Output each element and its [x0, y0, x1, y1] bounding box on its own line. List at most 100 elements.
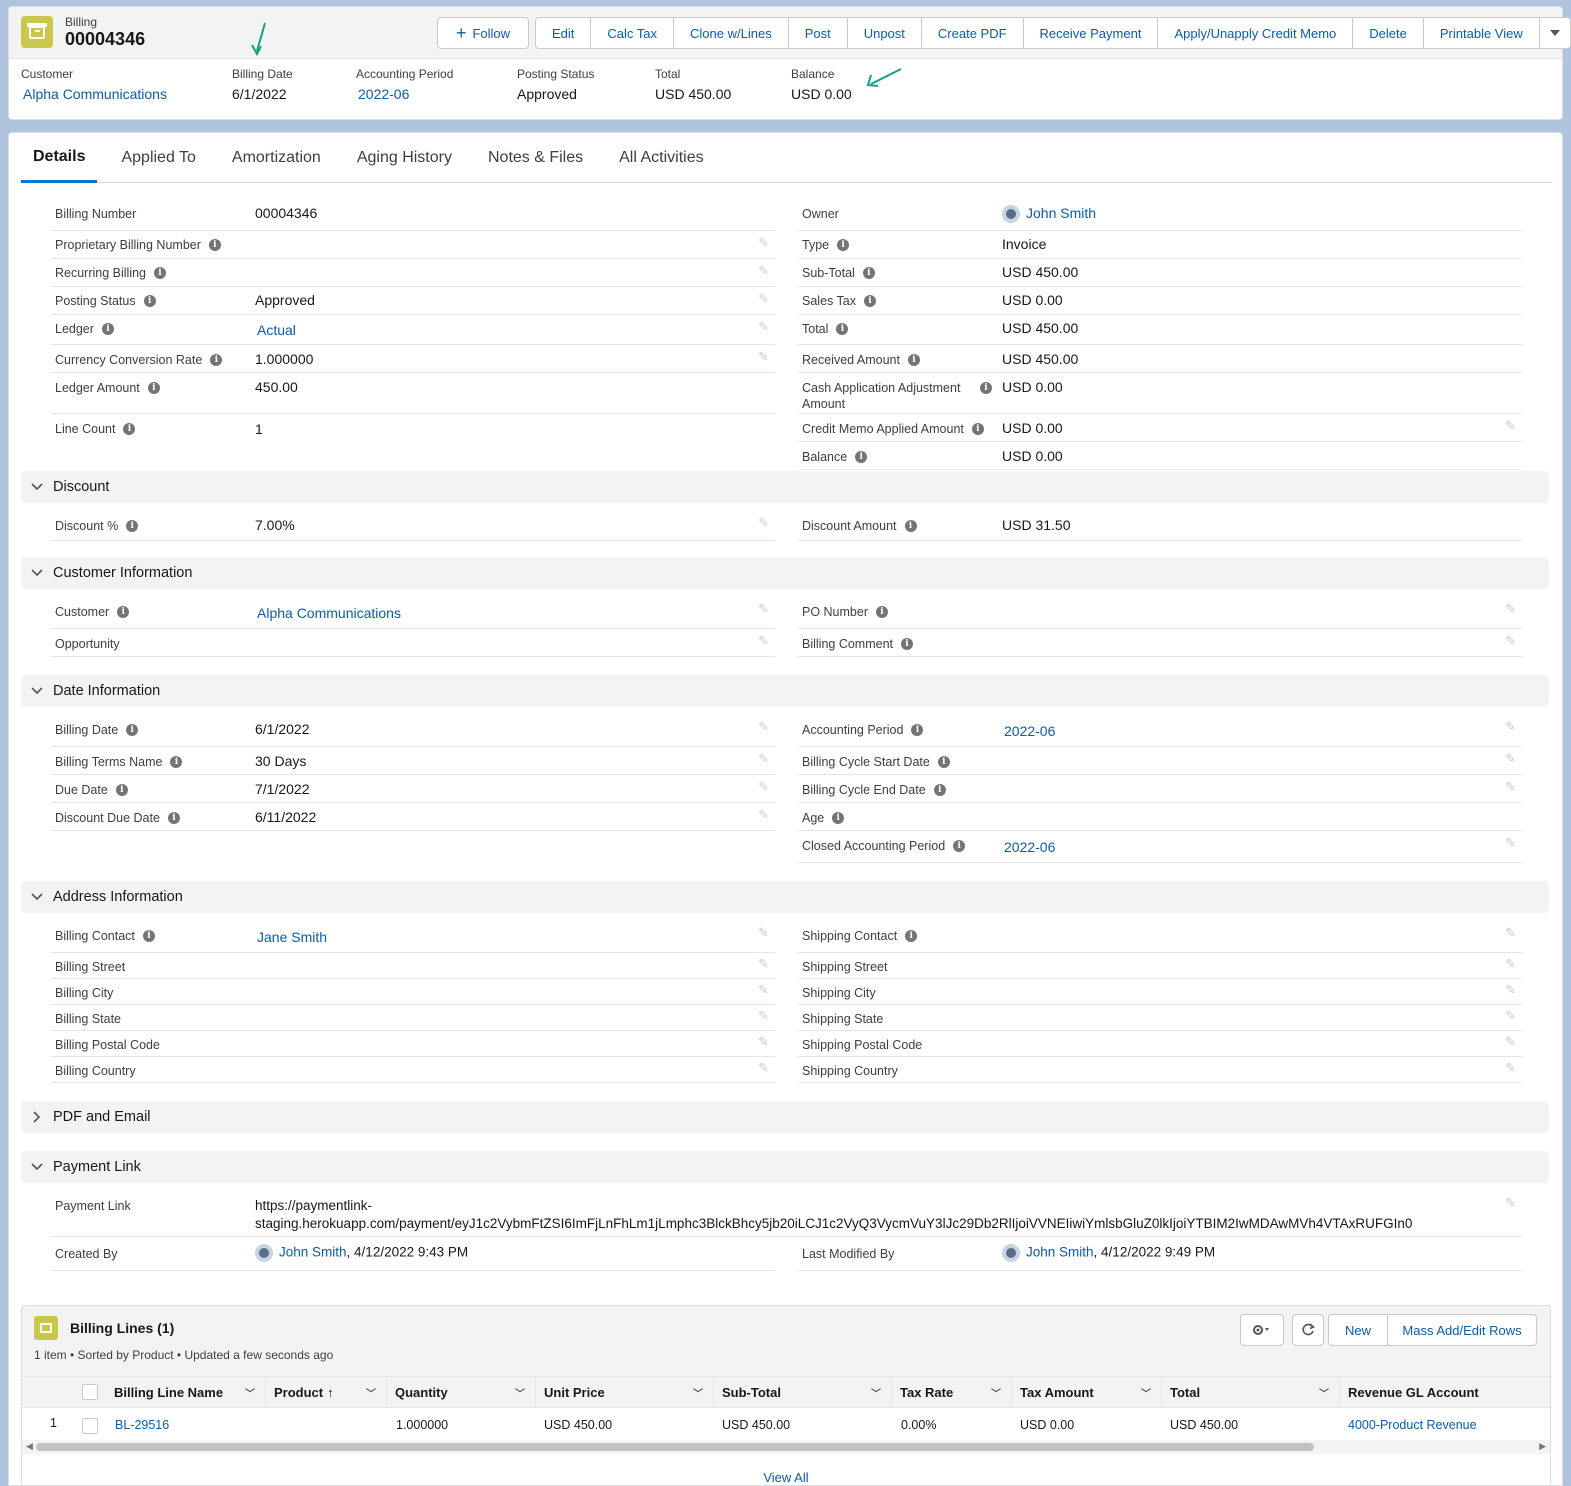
customer-link[interactable]: Alpha Communications [23, 86, 167, 102]
edit-pencil-icon[interactable]: ✎ [1505, 751, 1516, 767]
edit-pencil-icon[interactable]: ✎ [758, 779, 769, 795]
chevron-down-icon[interactable]: ﹀ [1319, 1385, 1329, 1400]
chevron-down-icon[interactable]: ﹀ [871, 1385, 881, 1400]
info-icon[interactable]: i [115, 784, 128, 796]
section-payment-link-header[interactable]: Payment Link [21, 1151, 1549, 1183]
info-icon[interactable]: i [117, 606, 130, 618]
info-icon[interactable]: i [101, 323, 114, 335]
section-address-information-header[interactable]: Address Information [21, 881, 1549, 913]
edit-pencil-icon[interactable]: ✎ [1505, 982, 1516, 998]
scroll-left-icon[interactable]: ◀ [26, 1441, 33, 1452]
info-icon[interactable]: i [980, 382, 992, 394]
info-icon[interactable]: i [862, 267, 875, 279]
row-checkbox[interactable] [82, 1418, 98, 1434]
edit-pencil-icon[interactable]: ✎ [758, 751, 769, 767]
column-header-sub-total[interactable]: Sub-Total ﹀ [714, 1377, 892, 1408]
billing-contact-link[interactable]: Jane Smith [257, 929, 327, 945]
edit-pencil-icon[interactable]: ✎ [758, 633, 769, 649]
post-button[interactable]: Post [789, 18, 848, 48]
section-discount-header[interactable]: Discount [21, 471, 1549, 503]
accounting-period-field-link[interactable]: 2022-06 [1004, 723, 1055, 739]
chevron-down-icon[interactable]: ﹀ [1141, 1385, 1151, 1400]
info-icon[interactable]: i [167, 812, 180, 824]
view-all-link[interactable]: View All [22, 1470, 1550, 1485]
column-header-tax-amount[interactable]: Tax Amount ﹀ [1012, 1377, 1162, 1408]
created-by-user-link[interactable]: John Smith [279, 1245, 347, 1260]
section-date-information-header[interactable]: Date Information [21, 675, 1549, 707]
info-icon[interactable]: i [208, 239, 221, 251]
billing-line-name-link[interactable]: BL-29516 [115, 1418, 169, 1432]
edit-pencil-icon[interactable]: ✎ [758, 956, 769, 972]
chevron-down-icon[interactable]: ﹀ [991, 1385, 1001, 1400]
edit-pencil-icon[interactable]: ✎ [758, 1008, 769, 1024]
edit-pencil-icon[interactable]: ✎ [758, 235, 769, 251]
column-header-product[interactable]: Product ↑ ﹀ [266, 1377, 387, 1408]
info-icon[interactable]: i [836, 323, 849, 335]
edit-pencil-icon[interactable]: ✎ [1505, 719, 1516, 735]
mass-add-edit-rows-button[interactable]: Mass Add/Edit Rows [1387, 1314, 1537, 1346]
info-icon[interactable]: i [911, 724, 924, 736]
edit-pencil-icon[interactable]: ✎ [758, 263, 769, 279]
chevron-down-icon[interactable]: ﹀ [515, 1385, 525, 1400]
info-icon[interactable]: i [210, 354, 223, 366]
edit-pencil-icon[interactable]: ✎ [1505, 779, 1516, 795]
edit-pencil-icon[interactable]: ✎ [1505, 1034, 1516, 1050]
edit-pencil-icon[interactable]: ✎ [758, 291, 769, 307]
section-pdf-email-header[interactable]: PDF and Email [21, 1101, 1549, 1133]
info-icon[interactable]: i [937, 756, 950, 768]
info-icon[interactable]: i [971, 423, 984, 435]
new-billing-line-button[interactable]: New [1328, 1314, 1388, 1346]
info-icon[interactable]: i [837, 239, 850, 251]
accounting-period-link[interactable]: 2022-06 [358, 86, 453, 102]
info-icon[interactable]: i [905, 930, 918, 942]
info-icon[interactable]: i [876, 606, 888, 618]
horizontal-scrollbar[interactable]: ◀ ▶ [22, 1440, 1550, 1454]
info-icon[interactable]: i [855, 451, 868, 463]
chevron-down-icon[interactable]: ﹀ [693, 1385, 703, 1400]
delete-button[interactable]: Delete [1353, 18, 1424, 48]
column-header-billing-line-name[interactable]: Billing Line Name ﹀ [106, 1377, 266, 1408]
tab-applied-to[interactable]: Applied To [109, 133, 207, 183]
edit-pencil-icon[interactable]: ✎ [758, 1060, 769, 1076]
edit-pencil-icon[interactable]: ✎ [758, 807, 769, 823]
tab-aging-history[interactable]: Aging History [345, 133, 464, 183]
edit-button[interactable]: Edit [536, 18, 592, 48]
tab-notes-files[interactable]: Notes & Files [476, 133, 595, 183]
closed-accounting-period-link[interactable]: 2022-06 [1004, 839, 1055, 855]
tab-details[interactable]: Details [21, 133, 98, 183]
apply-unapply-credit-memo-button[interactable]: Apply/Unapply Credit Memo [1158, 18, 1354, 48]
info-icon[interactable]: i [154, 267, 167, 279]
column-header-unit-price[interactable]: Unit Price ﹀ [536, 1377, 714, 1408]
customer-field-link[interactable]: Alpha Communications [257, 605, 401, 621]
section-customer-information-header[interactable]: Customer Information [21, 557, 1549, 589]
scroll-right-icon[interactable]: ▶ [1539, 1441, 1546, 1452]
edit-pencil-icon[interactable]: ✎ [758, 719, 769, 735]
info-icon[interactable]: i [147, 382, 160, 394]
edit-pencil-icon[interactable]: ✎ [758, 982, 769, 998]
column-header-revenue-gl-account[interactable]: Revenue GL Account [1340, 1377, 1550, 1408]
info-icon[interactable]: i [863, 295, 876, 307]
info-icon[interactable]: i [170, 756, 183, 768]
info-icon[interactable]: i [904, 520, 917, 532]
edit-pencil-icon[interactable]: ✎ [758, 515, 769, 531]
edit-pencil-icon[interactable]: ✎ [1505, 633, 1516, 649]
edit-pencil-icon[interactable]: ✎ [1505, 925, 1516, 941]
modified-by-user-link[interactable]: John Smith [1026, 1245, 1094, 1260]
info-icon[interactable]: i [901, 638, 914, 650]
info-icon[interactable]: i [907, 354, 920, 366]
unpost-button[interactable]: Unpost [848, 18, 922, 48]
clone-with-lines-button[interactable]: Clone w/Lines [674, 18, 789, 48]
info-icon[interactable]: i [126, 724, 139, 736]
receive-payment-button[interactable]: Receive Payment [1024, 18, 1159, 48]
edit-pencil-icon[interactable]: ✎ [758, 601, 769, 617]
column-header-total[interactable]: Total ﹀ [1162, 1377, 1340, 1408]
column-header-quantity[interactable]: Quantity ﹀ [387, 1377, 536, 1408]
info-icon[interactable]: i [832, 812, 845, 824]
follow-button[interactable]: + Follow [437, 17, 529, 49]
create-pdf-button[interactable]: Create PDF [922, 18, 1024, 48]
chevron-down-icon[interactable]: ﹀ [245, 1385, 255, 1400]
info-icon[interactable]: i [123, 423, 136, 435]
edit-pencil-icon[interactable]: ✎ [1505, 601, 1516, 617]
info-icon[interactable]: i [142, 930, 155, 942]
edit-pencil-icon[interactable]: ✎ [758, 349, 769, 365]
